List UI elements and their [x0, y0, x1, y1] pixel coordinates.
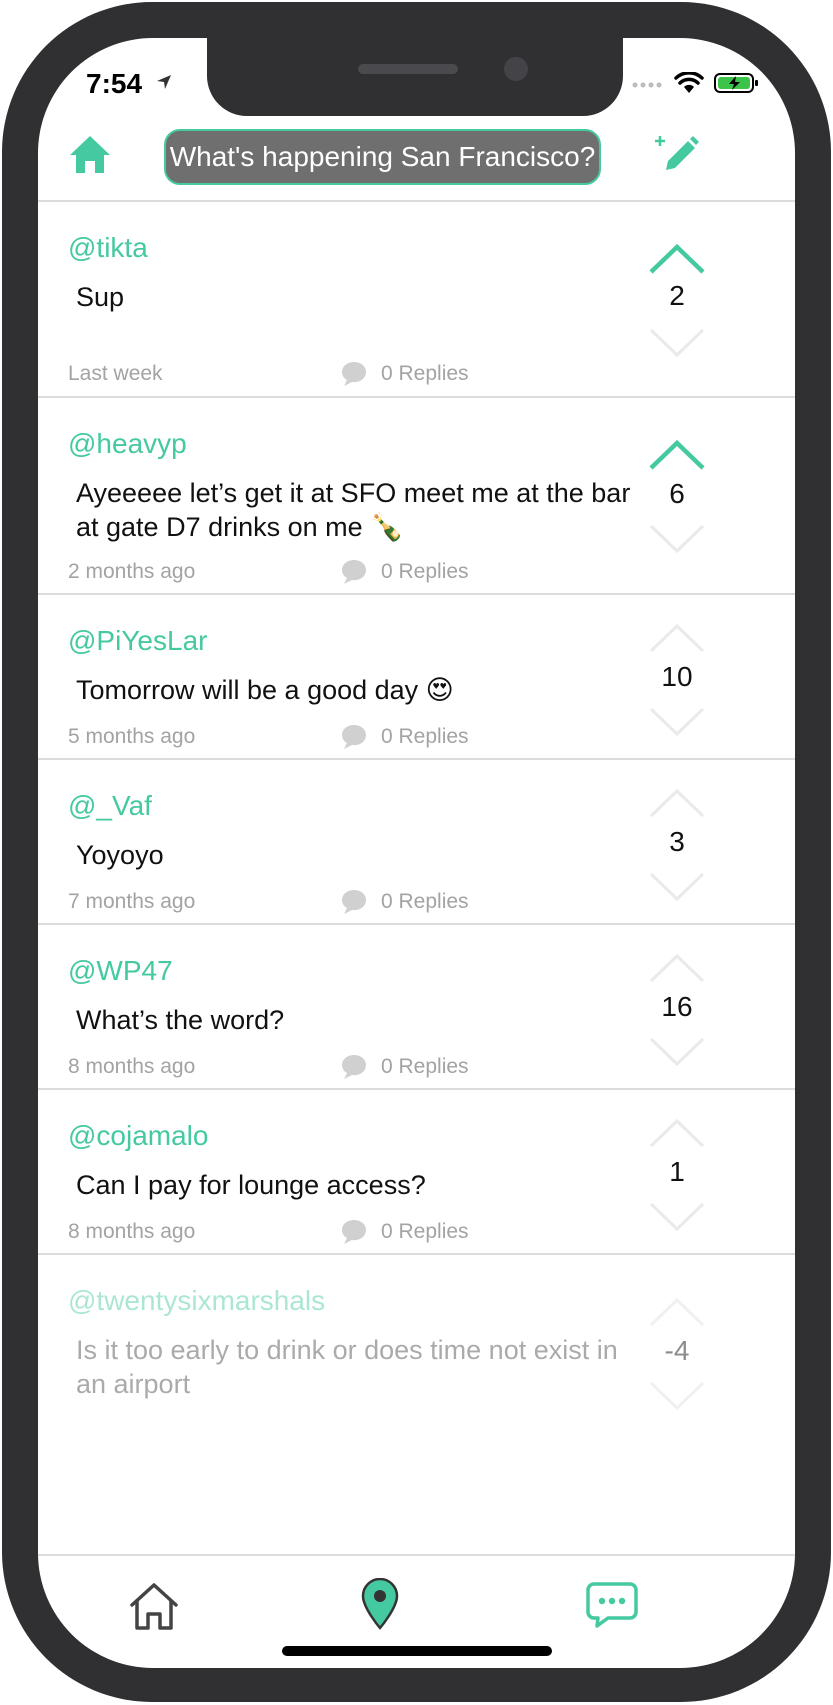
- vote-score: -4: [664, 1335, 690, 1366]
- wifi-icon: [674, 72, 704, 93]
- vote-score: 16: [661, 991, 693, 1022]
- replies-button[interactable]: 0 Replies: [340, 723, 469, 751]
- replies-button[interactable]: 0 Replies: [340, 558, 469, 586]
- post-time: 7 months ago: [68, 890, 196, 913]
- signal-icon: [632, 82, 662, 88]
- status-time: 7:54: [86, 68, 143, 99]
- chat-bubble-icon[interactable]: [586, 1581, 638, 1629]
- screen: 7:54 What's happening San Francisco? @ti…: [38, 38, 795, 1668]
- post-author[interactable]: @cojamalo: [68, 1120, 208, 1152]
- replies-count: 0 Replies: [381, 362, 469, 385]
- post-item: @twentysixmarshals Is it too early to dr…: [38, 1255, 795, 1435]
- post-body[interactable]: Is it too early to drink or does time no…: [76, 1333, 651, 1401]
- replies-button[interactable]: 0 Replies: [340, 1218, 469, 1246]
- post-body[interactable]: What’s the word?: [76, 1003, 651, 1037]
- home-indicator[interactable]: [282, 1646, 552, 1656]
- replies-count: 0 Replies: [381, 560, 469, 583]
- post-time: 2 months ago: [68, 560, 196, 583]
- post-body[interactable]: Can I pay for lounge access?: [76, 1168, 651, 1202]
- replies-button[interactable]: 0 Replies: [340, 888, 469, 916]
- downvote-button[interactable]: [646, 1375, 708, 1415]
- post-item: @cojamalo Can I pay for lounge access? 8…: [38, 1090, 795, 1255]
- post-time: Last week: [68, 362, 163, 385]
- upvote-button[interactable]: [646, 240, 708, 280]
- replies-count: 0 Replies: [381, 1055, 469, 1078]
- downvote-button[interactable]: [646, 518, 708, 558]
- post-body[interactable]: Yoyoyo: [76, 838, 651, 872]
- speaker-grille: [358, 64, 458, 74]
- vote-score: 10: [661, 661, 693, 692]
- vote-score: 2: [669, 280, 685, 311]
- replies-count: 0 Replies: [381, 1220, 469, 1243]
- replies-count: 0 Replies: [381, 725, 469, 748]
- post-author[interactable]: @tikta: [68, 232, 148, 264]
- post-item: @tikta Sup Last week 0 Replies 2: [38, 202, 795, 398]
- post-body[interactable]: Sup: [76, 280, 651, 314]
- speech-bubble-icon: [342, 1220, 366, 1244]
- upvote-button[interactable]: [646, 1114, 708, 1154]
- location-pin-icon[interactable]: [360, 1578, 400, 1630]
- location-title[interactable]: What's happening San Francisco?: [164, 129, 601, 185]
- speech-bubble-icon: [342, 1055, 366, 1079]
- upvote-button[interactable]: [646, 784, 708, 824]
- post-feed[interactable]: @tikta Sup Last week 0 Replies 2 @heavyp…: [38, 202, 795, 1554]
- battery-icon: [714, 73, 758, 93]
- post-time: 8 months ago: [68, 1055, 196, 1078]
- post-body[interactable]: Ayeeeee let’s get it at SFO meet me at t…: [76, 476, 651, 544]
- device-frame: 7:54 What's happening San Francisco? @ti…: [2, 2, 831, 1702]
- location-arrow-icon: [157, 75, 171, 89]
- home-icon[interactable]: [68, 133, 112, 177]
- upvote-button[interactable]: [646, 1293, 708, 1333]
- upvote-button[interactable]: [646, 949, 708, 989]
- post-item: @PiYesLar Tomorrow will be a good day 😍 …: [38, 595, 795, 760]
- speech-bubble-icon: [342, 890, 366, 914]
- upvote-button[interactable]: [646, 619, 708, 659]
- upvote-button[interactable]: [646, 436, 708, 476]
- downvote-button[interactable]: [646, 1196, 708, 1236]
- tabbar-divider: [38, 1554, 795, 1556]
- downvote-button[interactable]: [646, 701, 708, 741]
- speech-bubble-icon: [342, 362, 366, 386]
- downvote-button[interactable]: [646, 866, 708, 906]
- compose-icon[interactable]: [652, 128, 700, 176]
- vote-score: 6: [669, 478, 685, 509]
- speech-bubble-icon: [342, 560, 366, 584]
- replies-count: 0 Replies: [381, 890, 469, 913]
- post-author[interactable]: @_Vaf: [68, 790, 152, 822]
- vote-score: 3: [669, 826, 685, 857]
- post-time: 8 months ago: [68, 1220, 196, 1243]
- post-item: @WP47 What’s the word? 8 months ago 0 Re…: [38, 925, 795, 1090]
- replies-button[interactable]: 0 Replies: [340, 1053, 469, 1081]
- post-author[interactable]: @twentysixmarshals: [68, 1285, 325, 1317]
- speech-bubble-icon: [342, 725, 366, 749]
- post-author[interactable]: @WP47: [68, 955, 173, 987]
- vote-score: 1: [669, 1156, 685, 1187]
- post-item: @heavyp Ayeeeee let’s get it at SFO meet…: [38, 398, 795, 595]
- post-item: @_Vaf Yoyoyo 7 months ago 0 Replies 3: [38, 760, 795, 925]
- downvote-button[interactable]: [646, 322, 708, 362]
- front-camera: [504, 57, 528, 81]
- home-outline-icon[interactable]: [128, 1581, 180, 1633]
- replies-button[interactable]: 0 Replies: [340, 360, 469, 388]
- post-body[interactable]: Tomorrow will be a good day 😍: [76, 673, 651, 707]
- post-author[interactable]: @PiYesLar: [68, 625, 207, 657]
- post-time: 5 months ago: [68, 725, 196, 748]
- post-author[interactable]: @heavyp: [68, 428, 187, 460]
- notch: [207, 38, 623, 116]
- downvote-button[interactable]: [646, 1031, 708, 1071]
